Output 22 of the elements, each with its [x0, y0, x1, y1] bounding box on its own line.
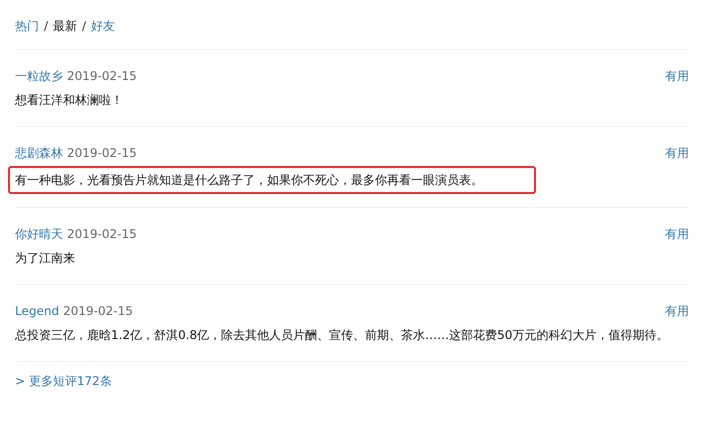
author-link[interactable]: Legend	[15, 302, 60, 320]
author-link[interactable]: 你好晴天	[15, 225, 63, 243]
comment-text: 有一种电影，光看预告片就知道是什么路子了，如果你不死心，最多你再看一眼演员表。	[8, 166, 536, 194]
author-link[interactable]: 悲剧森林	[15, 144, 63, 162]
useful-link[interactable]: 有用	[665, 225, 689, 243]
filter-tab[interactable]: 最新	[53, 16, 78, 34]
separator: /	[44, 18, 48, 34]
comment-text: 想看汪洋和林澜啦！	[15, 92, 124, 109]
useful-link[interactable]: 有用	[665, 67, 689, 85]
comment-date: 2019-02-15	[67, 226, 137, 243]
comment-date: 2019-02-15	[63, 303, 133, 320]
comment-text: 为了江南来	[15, 250, 76, 267]
separator: /	[82, 18, 86, 34]
filter-tab[interactable]: 热门	[15, 16, 39, 34]
useful-link[interactable]: 有用	[665, 302, 689, 320]
more-reviews-link[interactable]: > 更多短评172条	[15, 374, 112, 388]
author-link[interactable]: 一粒故乡	[15, 67, 63, 85]
comment-date: 2019-02-15	[67, 68, 137, 85]
useful-link[interactable]: 有用	[665, 144, 689, 162]
comment-text: 总投资三亿，鹿晗1.2亿，舒淇0.8亿，除去其他人员片酬、宣传、前期、茶水……这部花费50万元的科幻大片，值得期待。	[15, 327, 670, 344]
filter-tab[interactable]: 好友	[91, 16, 116, 34]
comment-date: 2019-02-15	[67, 145, 137, 162]
